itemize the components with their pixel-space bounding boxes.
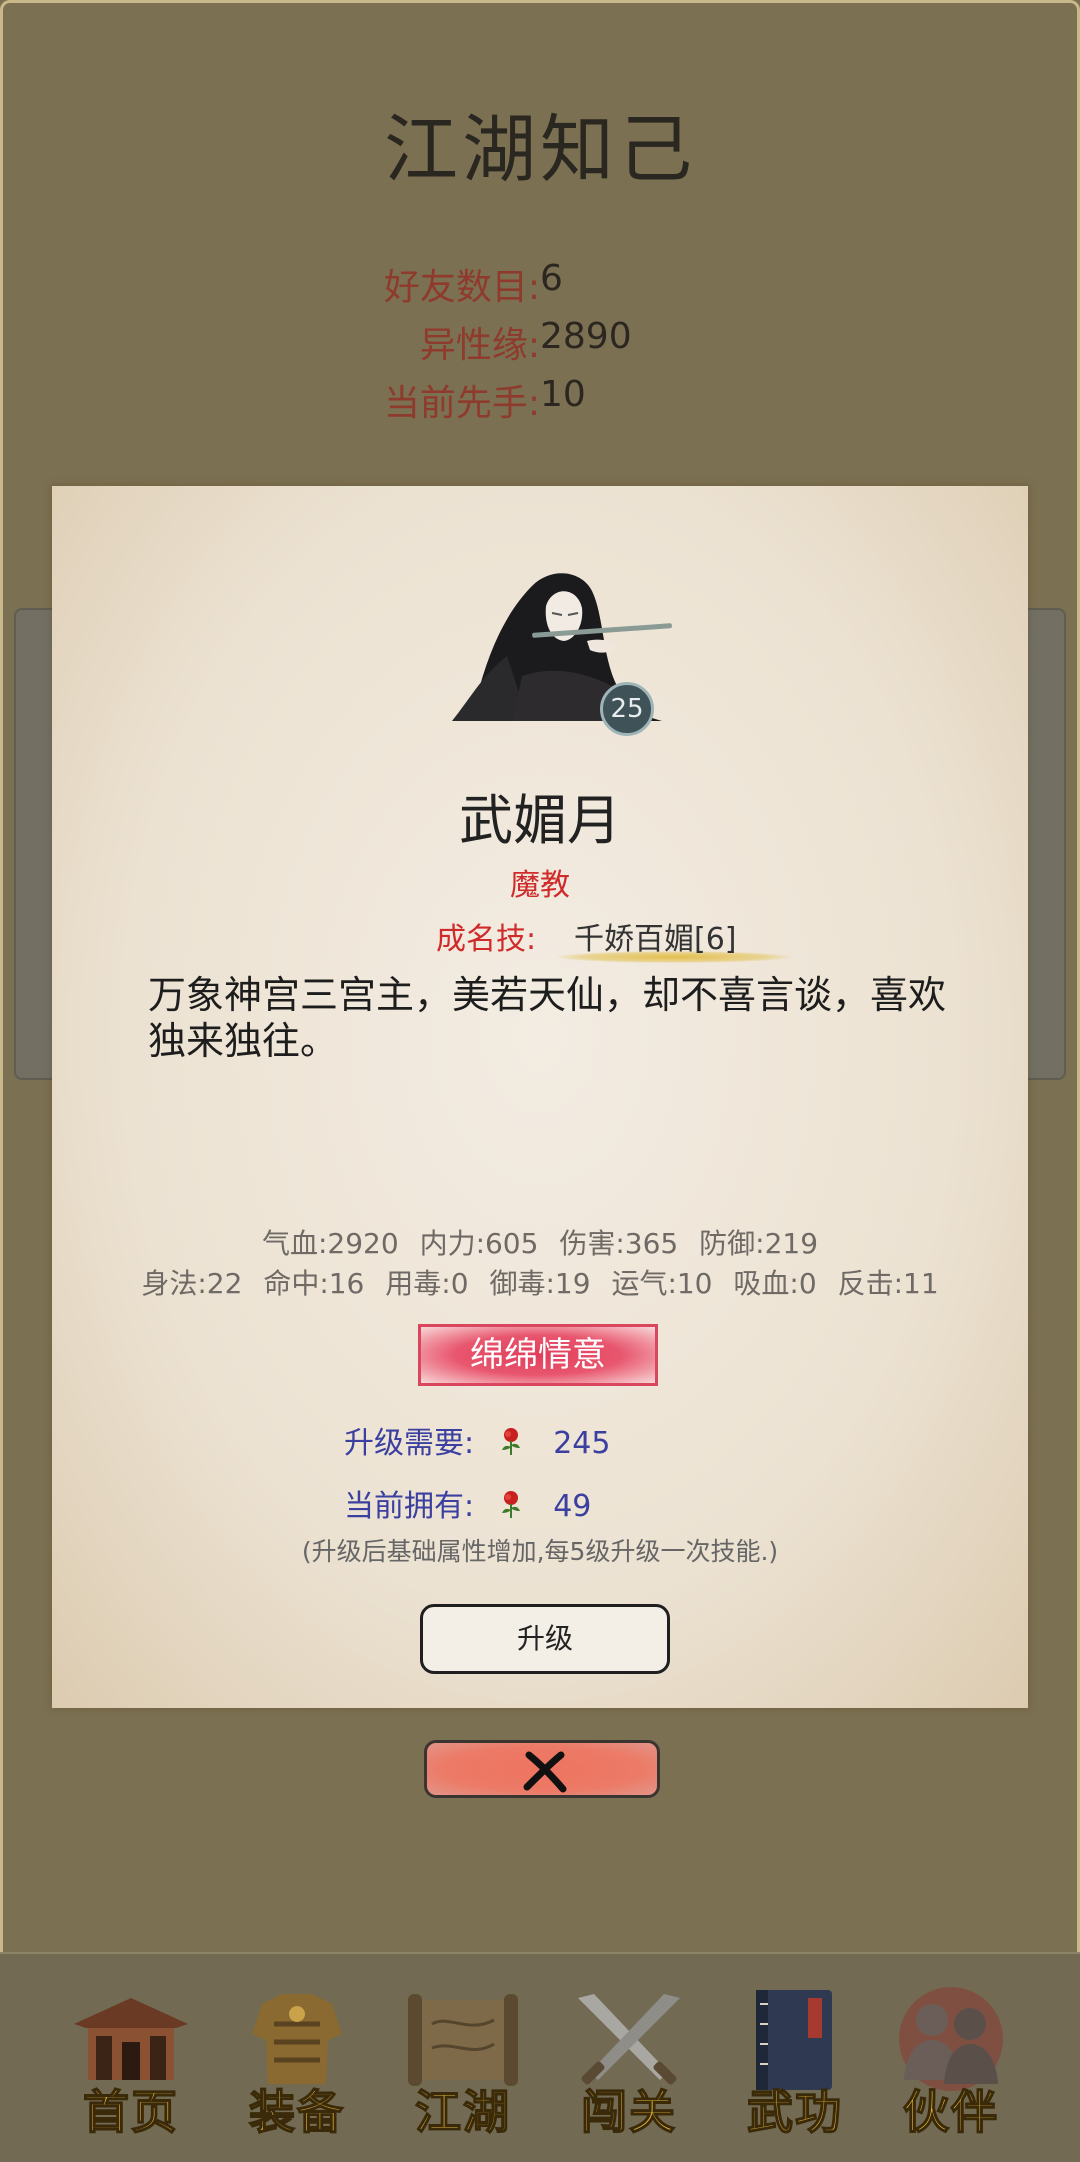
signature-skill-name[interactable]: 千娇百媚[6] [574,914,737,958]
attr-agility: 身法:22 [141,1267,243,1300]
bottom-navigation: 首页 装备 江湖 闯关 武功 伙伴 [0,1952,1080,2162]
attributes-row-1: 气血:2920 内力:605 伤害:365 防御:219 [52,1222,1028,1262]
attr-accuracy: 命中:16 [263,1267,365,1300]
stat-value: 10 [540,374,586,415]
nav-partners[interactable]: 伙伴 [876,1984,1026,2144]
upgrade-owned-label: 当前拥有: [344,1489,475,1524]
stat-charm: 异性缘: 2890 [0,316,1080,366]
close-button[interactable] [424,1740,660,1798]
affection-title-badge[interactable]: 绵绵情意 [418,1324,658,1386]
nav-martial-arts[interactable]: 武功 [720,1984,870,2144]
attr-inner-power: 内力:605 [419,1227,539,1260]
nav-label: 伙伴 [902,2084,999,2140]
level-badge: 25 [600,682,654,736]
character-detail-card: 25 武媚月 魔教 成名技: 千娇百媚[6] 万象神宫三宫主，美若天仙，却不喜言… [52,486,1028,1708]
nav-challenge[interactable]: 闯关 [554,1984,704,2144]
stat-friend-count: 好友数目: 6 [0,258,1080,308]
rose-icon [498,1489,524,1527]
attr-damage: 伤害:365 [559,1227,679,1260]
attr-defense: 防御:219 [699,1227,819,1260]
signature-skill-label: 成名技: [436,922,537,957]
nav-home[interactable]: 首页 [56,1984,206,2144]
character-description: 万象神宫三宫主，美若天仙，却不喜言谈，喜欢独来独往。 [148,973,947,1063]
attr-poison: 用毒:0 [385,1267,469,1300]
page-title: 江湖知己 [384,107,696,193]
upgrade-owned-row: 当前拥有: 49 [344,1481,591,1527]
stat-label: 当前先手: [383,383,540,424]
stat-initiative: 当前先手: 10 [0,374,1080,424]
upgrade-owned-value: 49 [553,1489,592,1524]
nav-jianghu[interactable]: 江湖 [388,1984,538,2144]
nav-label: 武功 [746,2084,843,2140]
upgrade-required-row: 升级需要: 245 [344,1418,610,1464]
upgrade-button[interactable]: 升级 [420,1604,670,1674]
close-x-icon [523,1751,567,1793]
nav-equipment[interactable]: 装备 [222,1984,372,2144]
upgrade-required-value: 245 [553,1426,611,1461]
attr-hp: 气血:2920 [261,1227,399,1260]
upgrade-required-label: 升级需要: [344,1426,475,1461]
nav-label: 江湖 [414,2084,511,2140]
nav-label: 闯关 [580,2084,677,2140]
rose-icon [498,1426,524,1464]
stat-value: 6 [540,258,563,299]
attr-counter: 反击:11 [837,1267,939,1300]
nav-label: 装备 [248,2084,345,2140]
upgrade-note: (升级后基础属性增加,每5级升级一次技能.) [301,1537,779,1566]
stat-label: 异性缘: [419,325,540,366]
attr-poison-resist: 御毒:19 [489,1267,591,1300]
attr-lifesteal: 吸血:0 [733,1267,817,1300]
stat-label: 好友数目: [383,267,540,308]
nav-label: 首页 [82,2084,179,2140]
stat-value: 2890 [540,316,632,357]
character-sect: 魔教 [510,868,570,903]
attr-luck: 运气:10 [611,1267,713,1300]
attributes-row-2: 身法:22 命中:16 用毒:0 御毒:19 运气:10 吸血:0 反击:11 [52,1262,1028,1302]
character-name: 武媚月 [459,789,621,852]
